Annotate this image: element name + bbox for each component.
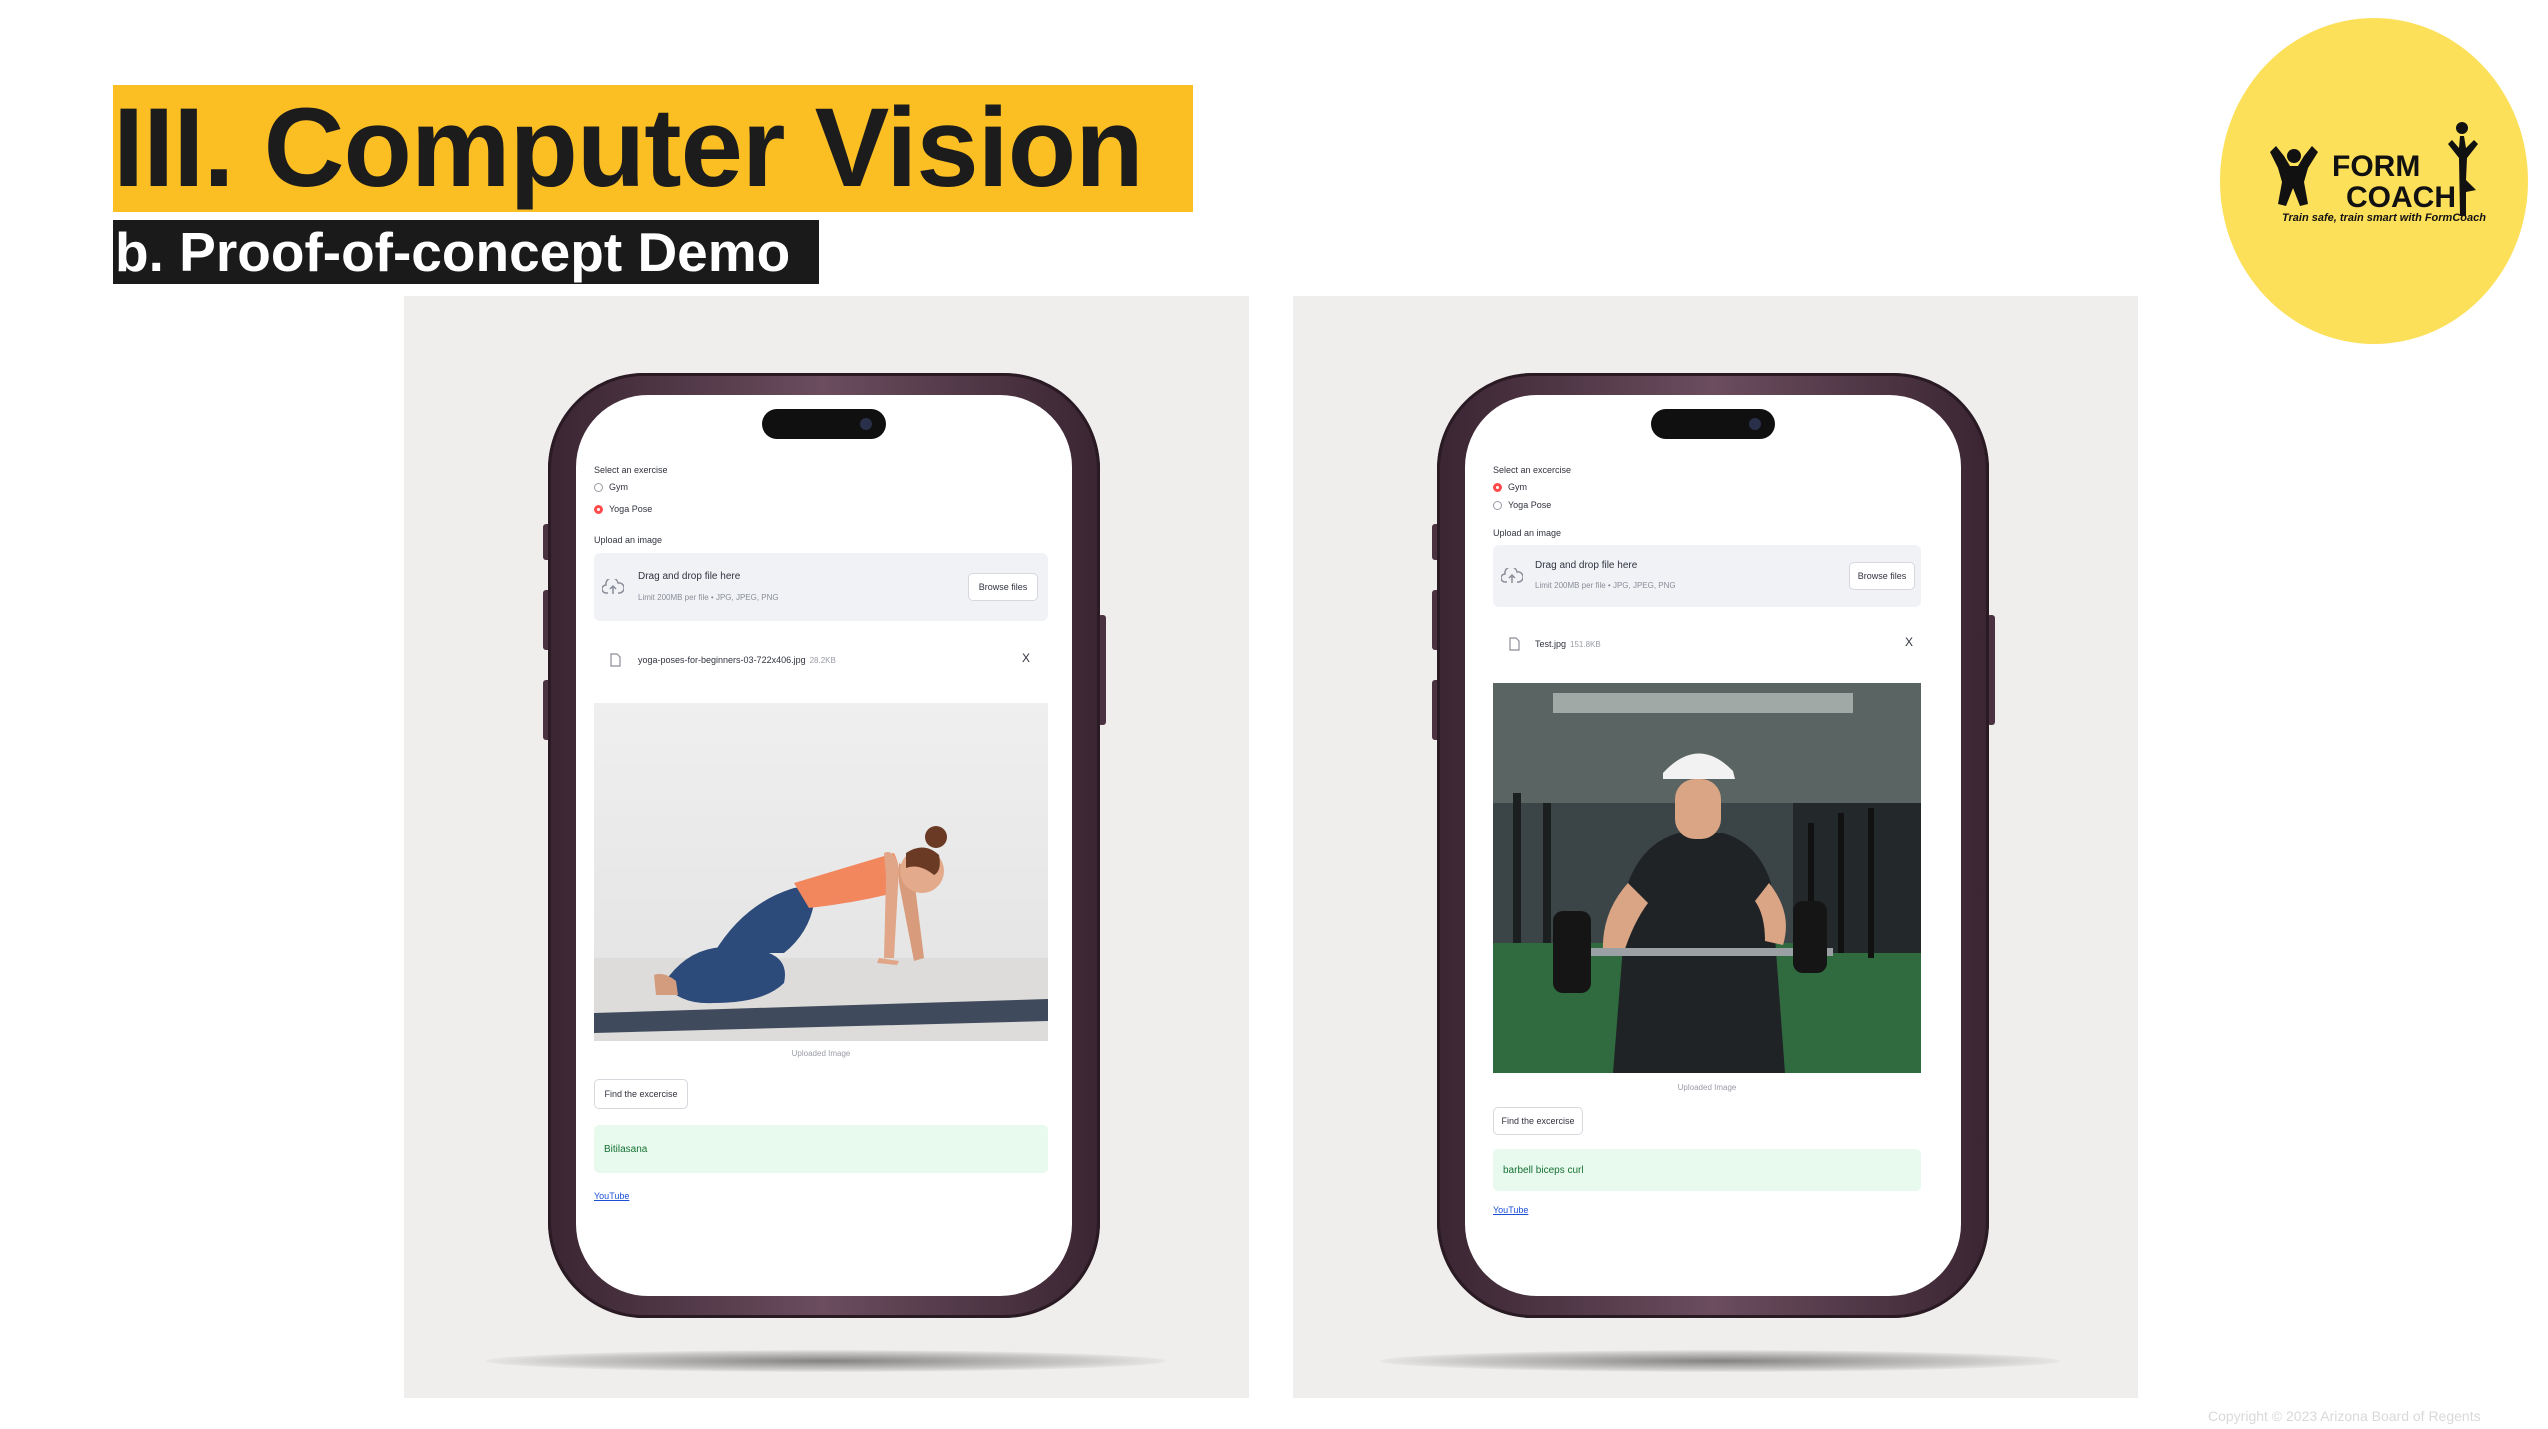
file-size: 151.8KB bbox=[1570, 640, 1601, 649]
youtube-link[interactable]: YouTube bbox=[594, 1191, 629, 1201]
slide-title: III. Computer Vision bbox=[113, 85, 1144, 210]
browse-files-button[interactable]: Browse files bbox=[968, 573, 1038, 601]
dropzone-title: Drag and drop file here bbox=[1535, 560, 1638, 571]
dynamic-island bbox=[762, 409, 886, 439]
phone-shadow bbox=[1380, 1350, 2060, 1372]
cloud-upload-icon bbox=[1501, 568, 1523, 583]
uploaded-file-name: yoga-poses-for-beginners-03-722x406.jpg 2… bbox=[638, 655, 836, 665]
camera-icon bbox=[860, 418, 872, 430]
prediction-result: Bitilasana bbox=[594, 1125, 1048, 1173]
find-exercise-button[interactable]: Find the excercise bbox=[594, 1079, 688, 1109]
radio-button[interactable] bbox=[1493, 500, 1502, 510]
select-exercise-label: Select an excercise bbox=[1493, 465, 1572, 475]
remove-file-button[interactable]: X bbox=[1905, 635, 1913, 649]
phone-screen: Select an excercise Gym Yoga Pose Upload… bbox=[1465, 395, 1961, 1296]
dropzone-limit: Limit 200MB per file • JPG, JPEG, PNG bbox=[1535, 581, 1676, 590]
radio-button[interactable] bbox=[594, 482, 603, 492]
file-name-text: yoga-poses-for-beginners-03-722x406.jpg bbox=[638, 655, 806, 665]
yoga-pose-photo bbox=[594, 703, 1048, 1041]
radio-button-selected[interactable] bbox=[594, 504, 603, 514]
gym-curl-photo bbox=[1493, 683, 1921, 1073]
radio-label: Gym bbox=[609, 482, 628, 492]
radio-button-selected[interactable] bbox=[1493, 482, 1502, 492]
dynamic-island bbox=[1651, 409, 1775, 439]
file-dropzone[interactable]: Drag and drop file here Limit 200MB per … bbox=[594, 553, 1048, 621]
browse-files-button[interactable]: Browse files bbox=[1849, 562, 1915, 590]
phone-frame: Select an excercise Gym Yoga Pose Upload… bbox=[1437, 373, 1989, 1318]
select-exercise-label: Select an exercise bbox=[594, 465, 668, 475]
uploaded-image-yoga bbox=[594, 703, 1048, 1041]
radio-option-yoga-pose[interactable]: Yoga Pose bbox=[1493, 500, 1551, 510]
youtube-link[interactable]: YouTube bbox=[1493, 1205, 1528, 1215]
radio-option-yoga-pose[interactable]: Yoga Pose bbox=[594, 504, 652, 514]
dropzone-limit: Limit 200MB per file • JPG, JPEG, PNG bbox=[638, 593, 779, 602]
uploaded-image-gym bbox=[1493, 683, 1921, 1073]
file-size: 28.2KB bbox=[809, 656, 836, 665]
image-caption: Uploaded Image bbox=[791, 1049, 851, 1058]
phone-frame: Select an exercise Gym Yoga Pose Upload … bbox=[548, 373, 1100, 1318]
cloud-upload-icon bbox=[602, 579, 624, 594]
file-name-text: Test.jpg bbox=[1535, 639, 1567, 649]
prediction-result: barbell biceps curl bbox=[1493, 1149, 1921, 1191]
file-icon bbox=[610, 653, 621, 667]
logo-word-coach: COACH bbox=[2346, 181, 2456, 214]
logo-word-form: FORM bbox=[2332, 150, 2421, 183]
radio-label: Gym bbox=[1508, 482, 1527, 492]
camera-icon bbox=[1749, 418, 1761, 430]
flexing-athlete-icon bbox=[2270, 146, 2318, 206]
phone-screen: Select an exercise Gym Yoga Pose Upload … bbox=[576, 395, 1072, 1296]
uploaded-file-name: Test.jpg 151.8KB bbox=[1535, 639, 1601, 649]
upload-image-label: Upload an image bbox=[594, 535, 663, 545]
find-exercise-button[interactable]: Find the excercise bbox=[1493, 1107, 1583, 1135]
phone-shadow bbox=[486, 1350, 1166, 1372]
radio-option-gym[interactable]: Gym bbox=[594, 482, 628, 492]
upload-image-label: Upload an image bbox=[1493, 528, 1562, 538]
radio-option-gym[interactable]: Gym bbox=[1493, 482, 1527, 492]
remove-file-button[interactable]: X bbox=[1022, 651, 1030, 665]
file-icon bbox=[1509, 637, 1520, 651]
radio-label: Yoga Pose bbox=[609, 504, 653, 514]
logo-tagline: Train safe, train smart with FormCoach bbox=[2282, 212, 2486, 224]
image-caption: Uploaded Image bbox=[1677, 1083, 1737, 1092]
slide-subtitle: b. Proof-of-concept Demo bbox=[115, 221, 791, 283]
dropzone-title: Drag and drop file here bbox=[638, 571, 741, 582]
copyright-footer: Copyright © 2023 Arizona Board of Regent… bbox=[2208, 1408, 2481, 1424]
file-dropzone[interactable]: Drag and drop file here Limit 200MB per … bbox=[1493, 545, 1921, 607]
radio-label: Yoga Pose bbox=[1508, 500, 1552, 510]
